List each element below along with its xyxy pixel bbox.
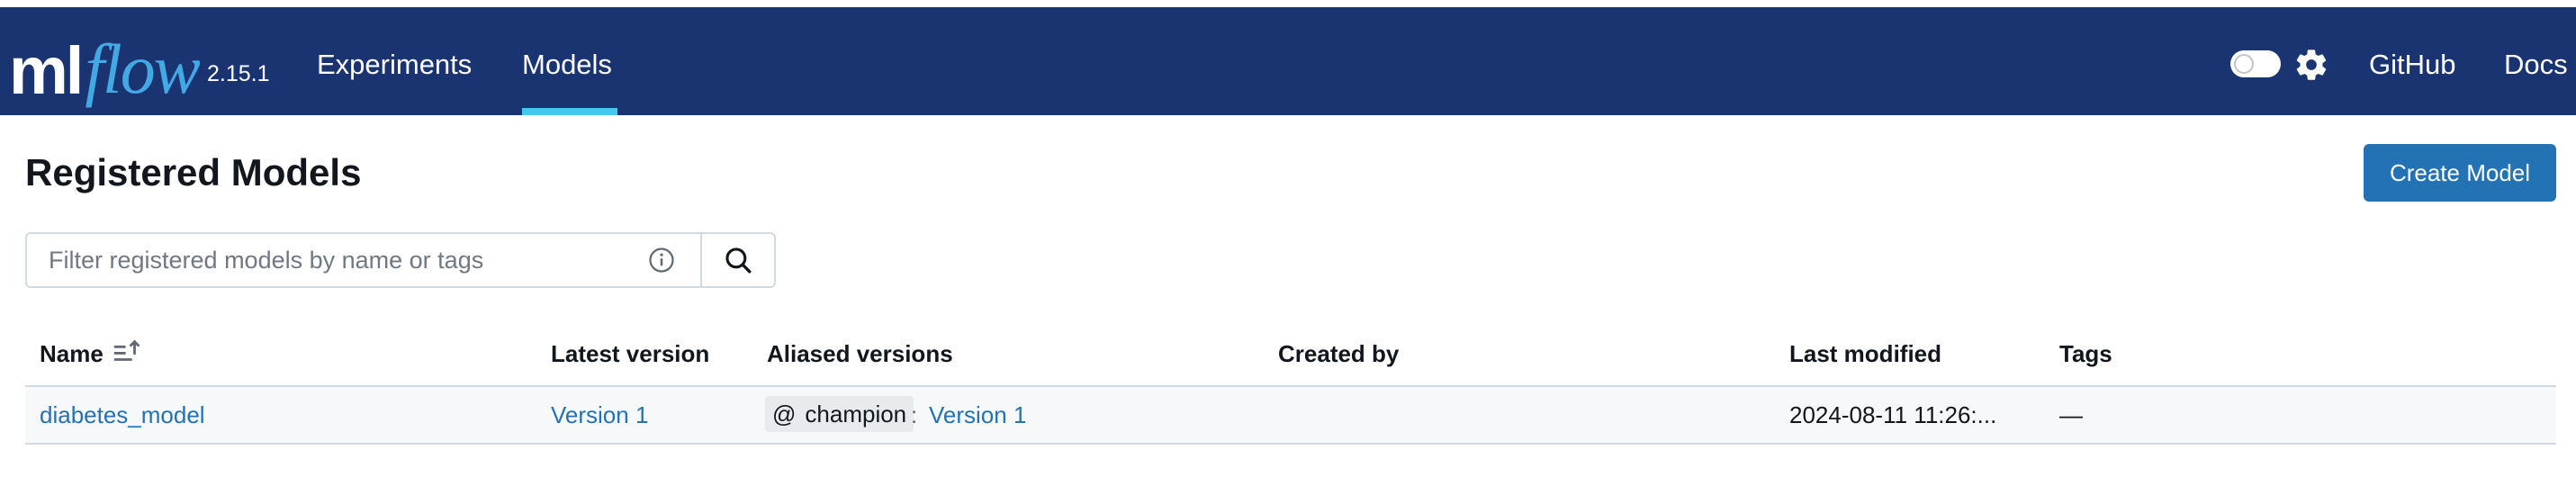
column-header-created-by: Created by: [1278, 340, 1400, 367]
search-button[interactable]: [700, 232, 776, 288]
nav-docs-link[interactable]: Docs: [2504, 49, 2568, 81]
tags-cell: —: [2059, 401, 2083, 428]
version-label: 2.15.1: [207, 61, 270, 86]
info-icon[interactable]: [648, 247, 675, 274]
page-title: Registered Models: [25, 151, 362, 194]
alias-tag: @ champion: [765, 396, 914, 432]
search-bar: [25, 232, 776, 288]
table-row-divider: [25, 443, 2556, 445]
model-name-link[interactable]: diabetes_model: [40, 401, 205, 429]
nav-experiments[interactable]: Experiments: [317, 49, 472, 81]
alias-name: champion: [805, 400, 907, 428]
last-modified-cell: 2024-08-11 11:26:...: [1789, 401, 1997, 428]
column-header-aliased-versions: Aliased versions: [767, 340, 953, 367]
create-model-button[interactable]: Create Model: [2364, 144, 2556, 202]
column-header-last-modified: Last modified: [1789, 340, 1942, 367]
nav-models[interactable]: Models: [522, 49, 612, 81]
alias-separator: :: [911, 401, 918, 428]
logo-flow-text: flow: [85, 30, 200, 108]
top-nav-bar: ml flow 2.15.1 Experiments Models GitHub…: [0, 7, 2576, 115]
toggle-knob: [2234, 54, 2254, 74]
search-icon: [725, 248, 752, 274]
nav-active-indicator: [522, 108, 617, 115]
gear-icon: [2296, 50, 2327, 80]
search-input[interactable]: [25, 232, 702, 288]
alias-at-symbol: @: [772, 400, 797, 428]
sort-ascending-icon[interactable]: [112, 337, 142, 367]
column-header-latest-version: Latest version: [551, 340, 710, 367]
column-header-name[interactable]: Name: [40, 340, 104, 368]
theme-toggle[interactable]: [2230, 50, 2281, 77]
column-header-tags: Tags: [2059, 340, 2112, 367]
nav-github-link[interactable]: GitHub: [2369, 49, 2455, 81]
mlflow-logo[interactable]: ml flow: [9, 23, 201, 108]
latest-version-link[interactable]: Version 1: [551, 401, 648, 429]
top-strip: [0, 0, 2576, 7]
logo-ml-text: ml: [9, 33, 84, 108]
alias-version-link[interactable]: Version 1: [929, 401, 1026, 429]
table-row-background: [25, 387, 2556, 443]
